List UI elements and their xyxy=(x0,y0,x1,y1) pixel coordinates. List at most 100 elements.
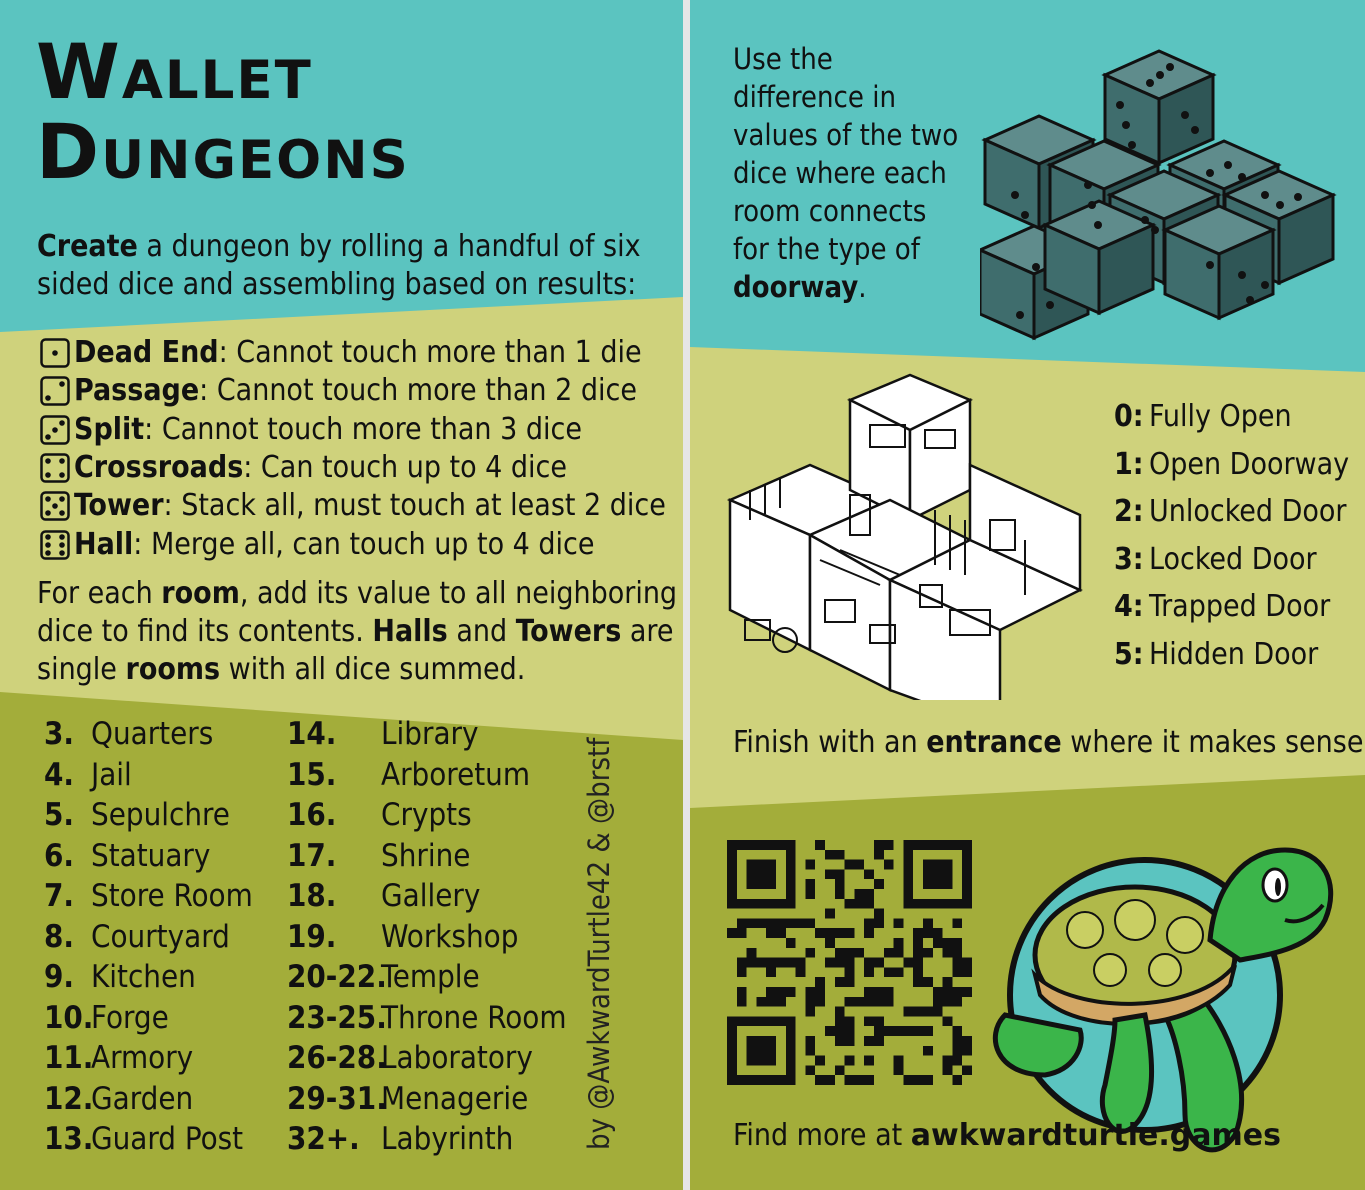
rules-list: Dead End: Cannot touch more than 1 die Pa… xyxy=(40,334,666,564)
intro-text: Create a dungeon by rolling a handful of… xyxy=(37,229,641,302)
door-difference: 0: xyxy=(1114,399,1144,434)
room-roll: 32+. xyxy=(287,1121,360,1157)
door-type: Unlocked Door xyxy=(1149,494,1347,530)
room-entry: 3. Quarters xyxy=(44,714,253,755)
door-difference: 3: xyxy=(1114,541,1144,577)
room-roll: 15. xyxy=(287,756,337,793)
room-name: Arboretum xyxy=(381,756,531,793)
room-name: Crypts xyxy=(381,797,472,833)
rooms-column-1: 3. Quarters 4. Jail 5. Sepulchre 6. Statuary 7. S… xyxy=(44,714,253,1160)
room-entry: 14. Library xyxy=(287,714,567,755)
credit-text: by @AwkwardTurtle42 & @brstf xyxy=(582,737,616,1150)
door-difference: 1: xyxy=(1114,446,1144,482)
room-name: Guard Post xyxy=(91,1121,244,1157)
room-roll: 7. xyxy=(44,878,75,914)
room-roll: 8. xyxy=(44,918,75,955)
room-name: Jail xyxy=(91,756,132,793)
room-entry: 17. Shrine xyxy=(287,836,567,877)
door-type: Open Doorway xyxy=(1149,446,1350,482)
room-name: Temple xyxy=(381,959,480,995)
door-type-row: 4: Trapped Door xyxy=(1114,588,1349,636)
entrance-text: Finish with an entrance where it makes s… xyxy=(733,725,1365,760)
die-face-6-icon xyxy=(40,529,70,560)
qr-code[interactable] xyxy=(727,840,972,1085)
room-roll: 4. xyxy=(44,756,75,793)
dice-cluster-illustration xyxy=(980,49,1335,340)
rule-row: Tower: Stack all, must touch at least 2 … xyxy=(40,487,666,525)
door-type-row: 2: Unlocked Door xyxy=(1114,493,1349,541)
rule-row: Hall: Merge all, can touch up to 4 dice xyxy=(40,525,666,563)
door-difference: 2: xyxy=(1114,494,1144,530)
room-roll: 20-22. xyxy=(287,959,387,995)
room-entry: 9. Kitchen xyxy=(44,957,253,998)
die-face-1-icon xyxy=(40,338,70,368)
room-entry: 23-25. Throne Room xyxy=(287,998,567,1039)
room-entry: 12. Garden xyxy=(44,1079,253,1120)
room-name: Menagerie xyxy=(381,1080,529,1117)
rule-name: Passage xyxy=(74,373,200,409)
room-entry: 7. Store Room xyxy=(44,876,253,917)
room-roll: 19. xyxy=(287,918,337,955)
room-name: Throne Room xyxy=(381,999,567,1036)
door-type: Trapped Door xyxy=(1149,589,1331,625)
room-entry: 32+. Labyrinth xyxy=(287,1119,567,1160)
room-name: Statuary xyxy=(91,837,211,874)
rule-row: Split: Cannot touch more than 3 dice xyxy=(40,411,666,449)
rule-text: : Merge all, can touch up to 4 dice xyxy=(133,526,595,562)
room-name: Shrine xyxy=(381,837,471,874)
rule-text: : Can touch up to 4 dice xyxy=(243,450,568,486)
rule-name: Split xyxy=(74,411,145,447)
rule-text: : Cannot touch more than 3 dice xyxy=(144,411,582,447)
room-roll: 5. xyxy=(44,797,75,833)
rule-row: Crossroads: Can touch up to 4 dice xyxy=(40,449,666,487)
rule-row: Dead End: Cannot touch more than 1 die xyxy=(40,334,666,372)
room-entry: 20-22. Temple xyxy=(287,957,567,998)
room-entry: 10. Forge xyxy=(44,998,253,1039)
rule-name: Hall xyxy=(74,526,134,562)
room-name: Kitchen xyxy=(91,959,196,995)
room-roll: 18. xyxy=(287,878,337,914)
die-face-5-icon xyxy=(40,491,70,522)
room-entry: 11. Armory xyxy=(44,1038,253,1079)
rule-row: Passage: Cannot touch more than 2 dice xyxy=(40,372,666,410)
room-entry: 29-31. Menagerie xyxy=(287,1079,567,1120)
rule-name: Tower xyxy=(74,488,164,524)
dungeon-map-illustration xyxy=(726,373,1083,700)
door-type: Fully Open xyxy=(1149,399,1292,434)
room-roll: 12. xyxy=(44,1080,94,1117)
room-roll: 23-25. xyxy=(287,999,387,1036)
die-face-4-icon xyxy=(40,453,70,483)
room-roll: 29-31. xyxy=(287,1080,387,1117)
room-roll: 6. xyxy=(44,837,75,874)
room-entry: 19. Workshop xyxy=(287,917,567,958)
website-link[interactable]: awkwardturtle.games xyxy=(911,1118,1281,1153)
room-name: Courtyard xyxy=(91,918,230,955)
die-face-3-icon xyxy=(40,414,70,445)
room-entry: 16. Crypts xyxy=(287,795,567,836)
room-name: Workshop xyxy=(381,918,519,955)
rule-name: Crossroads xyxy=(74,450,244,486)
game-title: Wallet Dungeons xyxy=(36,27,410,196)
die-8 xyxy=(1043,199,1155,315)
rule-name: Dead End xyxy=(74,335,219,371)
rule-text: : Cannot touch more than 2 dice xyxy=(199,373,637,409)
room-roll: 10. xyxy=(44,999,94,1036)
room-entry: 6. Statuary xyxy=(44,836,253,877)
room-roll: 9. xyxy=(44,959,75,995)
room-name: Laboratory xyxy=(381,1040,533,1076)
room-name: Sepulchre xyxy=(91,797,230,833)
right-card: Use the difference in values of the two … xyxy=(690,0,1365,1190)
door-type-row: 1: Open Doorway xyxy=(1114,446,1349,494)
room-name: Store Room xyxy=(91,878,253,914)
door-type-row: 5: Hidden Door xyxy=(1114,636,1349,684)
room-entry: 18. Gallery xyxy=(287,876,567,917)
doorway-intro: Use the difference in values of the two … xyxy=(733,42,959,304)
room-name: Forge xyxy=(91,999,169,1036)
left-card: Wallet Dungeons Create a dungeon by roll… xyxy=(0,0,683,1190)
room-entry: 4. Jail xyxy=(44,755,253,796)
room-roll: 14. xyxy=(287,716,337,752)
room-entry: 5. Sepulchre xyxy=(44,795,253,836)
die-9 xyxy=(1163,204,1275,320)
door-type: Hidden Door xyxy=(1149,636,1319,672)
rooms-column-2: 14. Library 15. Arboretum 16. Crypts 17. Shrine… xyxy=(287,714,567,1160)
